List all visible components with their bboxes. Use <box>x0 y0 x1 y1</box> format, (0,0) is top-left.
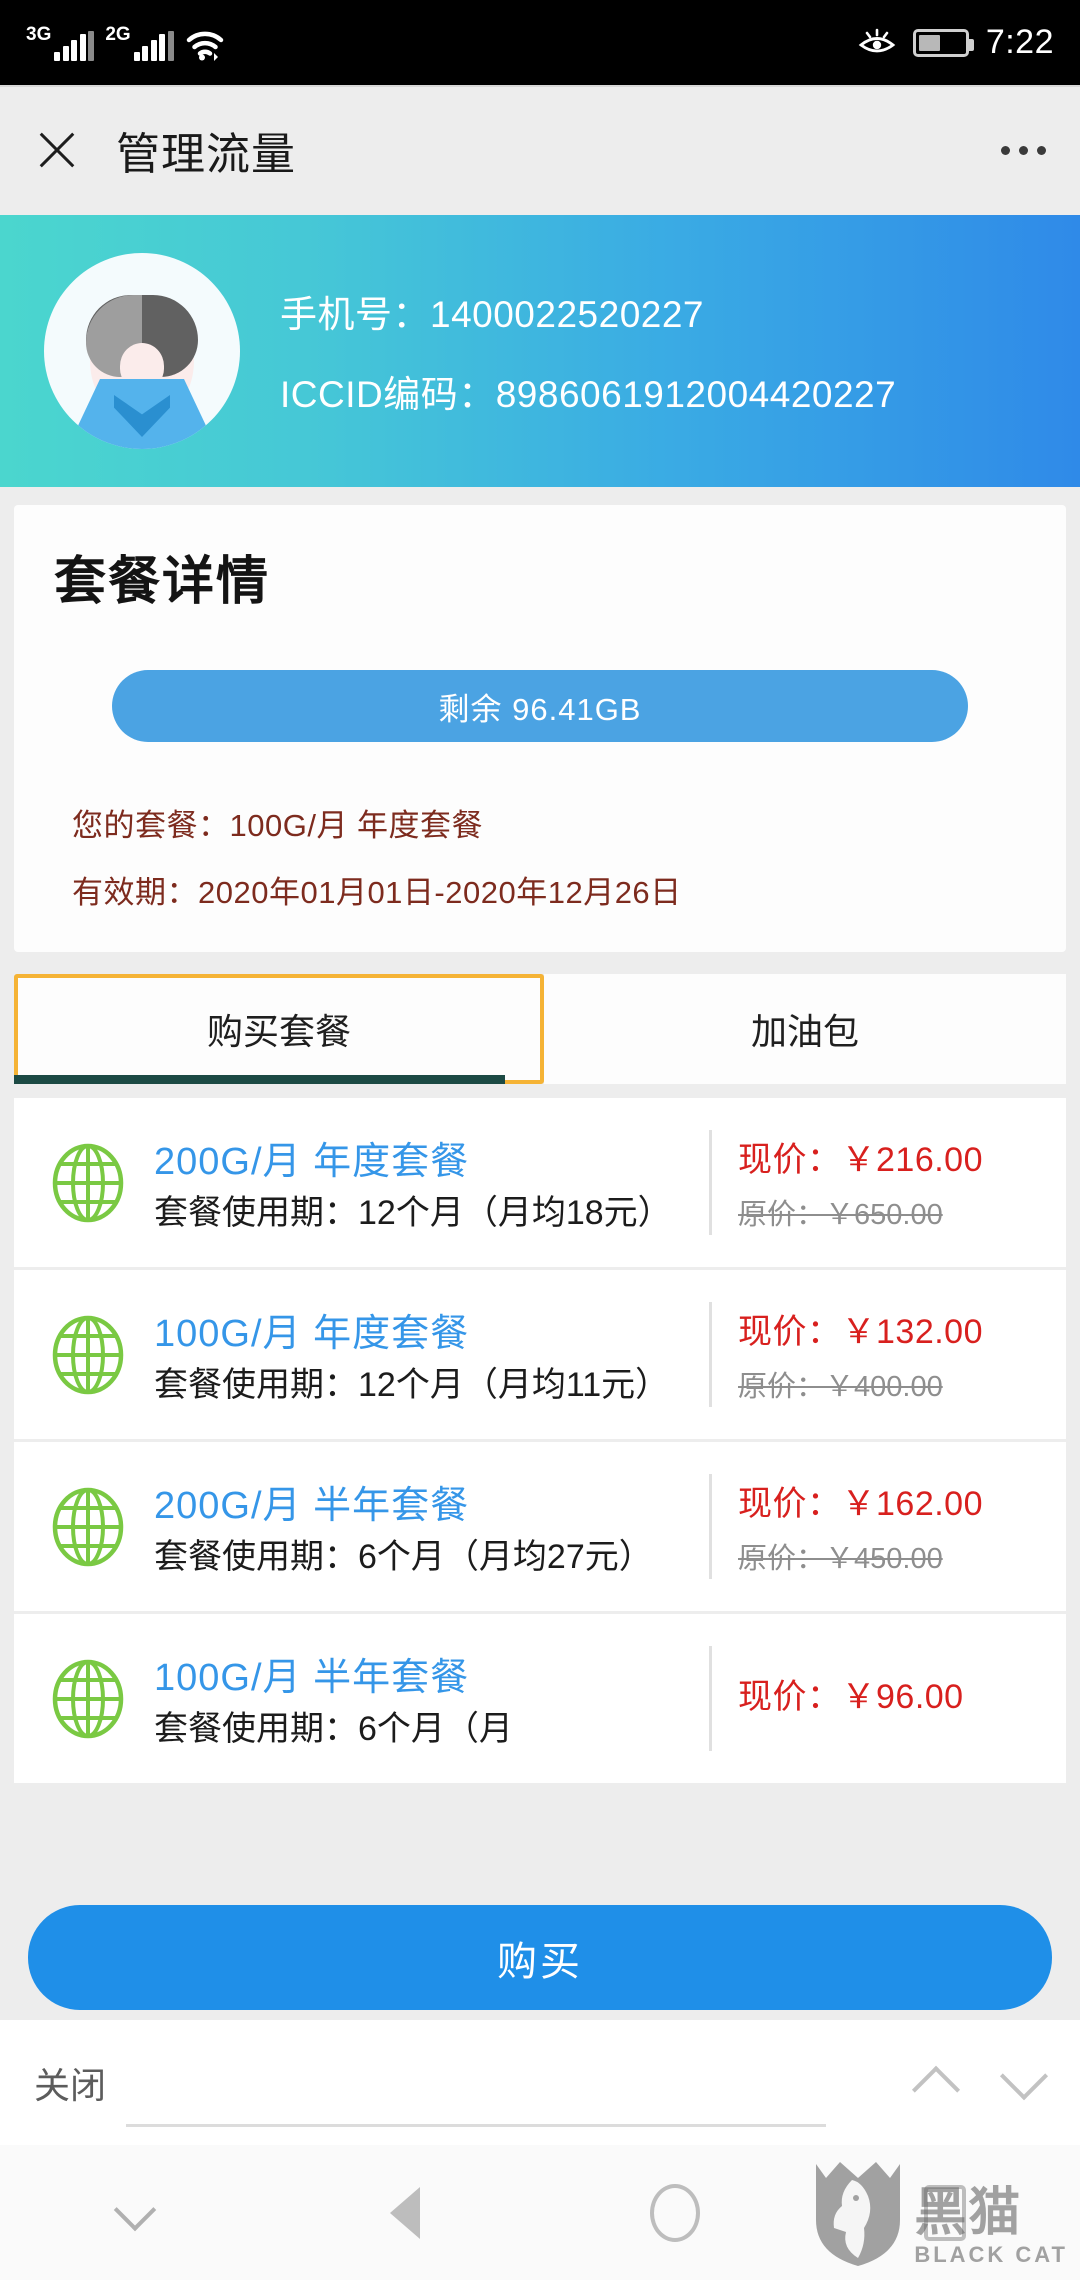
globe-icon <box>40 1307 136 1403</box>
remaining-data-wrap: 剩余 96.41GB <box>54 670 1026 742</box>
list-item[interactable]: 100G/月 半年套餐 套餐使用期：6个月（月 现价：￥96.00 <box>14 1614 1066 1786</box>
keyboard-divider <box>126 2124 827 2127</box>
package-current-price: 现价：￥162.00 <box>738 1485 983 1523</box>
package-original-price: 原价：￥650.00 <box>738 1199 943 1231</box>
tab-buy-package[interactable]: 购买套餐 <box>14 974 544 1084</box>
list-item[interactable]: 200G/月 年度套餐 套餐使用期：12个月（月均18元） 现价：￥216.00… <box>14 1098 1066 1270</box>
back-triangle-icon <box>390 2186 420 2239</box>
plan-details-card: 套餐详情 剩余 96.41GB 您的套餐：100G/月 年度套餐 有效期：202… <box>14 505 1066 952</box>
more-options-icon[interactable] <box>1001 145 1046 155</box>
phone-number-row: 手机号：1400022520227 <box>280 284 896 338</box>
network-type-1-label: 3G <box>26 23 52 45</box>
buy-button[interactable]: 购买 <box>28 1905 1052 2010</box>
phone-number-label: 手机号： <box>280 294 430 335</box>
eye-care-icon <box>858 28 896 58</box>
watermark-cn-label: 黑猫 <box>914 2183 1023 2242</box>
package-name: 200G/月 年度套餐 <box>154 1140 470 1183</box>
iccid-label: ICCID编码： <box>280 374 496 415</box>
globe-icon <box>40 1135 136 1231</box>
network-type-2-label: 2G <box>105 23 131 45</box>
avatar <box>44 253 240 449</box>
black-cat-shield-logo <box>812 2158 904 2268</box>
globe-icon <box>40 1651 136 1747</box>
home-circle-icon <box>650 2183 700 2242</box>
package-name: 100G/月 半年套餐 <box>154 1656 470 1699</box>
package-current-price: 现价：￥96.00 <box>738 1678 964 1716</box>
package-description: 套餐使用期：12个月（月均18元） <box>154 1193 672 1232</box>
iccid-value: 8986061912004420227 <box>495 374 897 415</box>
signal-bars-1 <box>54 30 95 61</box>
package-pricing: 现价：￥132.00 原价：￥400.00 <box>712 1304 1040 1405</box>
current-plan-text: 您的套餐：100G/月 年度套餐 <box>72 808 484 843</box>
package-pricing: 现价：￥96.00 <box>712 1669 1040 1728</box>
chevron-down-icon[interactable] <box>1002 2061 1046 2105</box>
iccid-row: ICCID编码：8986061912004420227 <box>280 364 896 418</box>
status-bar: 3G 2G 7:22 <box>0 0 1080 85</box>
package-tabs: 购买套餐 加油包 <box>14 974 1066 1084</box>
watermark-en-label: BLACK CAT <box>914 2242 1068 2267</box>
package-pricing: 现价：￥162.00 原价：￥450.00 <box>712 1476 1040 1577</box>
package-description: 套餐使用期：6个月（月 <box>154 1709 513 1748</box>
keyboard-close-button[interactable]: 关闭 <box>34 2057 106 2109</box>
plan-details-title: 套餐详情 <box>54 553 271 611</box>
wifi-icon <box>185 29 225 61</box>
plan-validity-text: 有效期：2020年01月01日-2020年12月26日 <box>72 875 682 910</box>
remaining-data-badge[interactable]: 剩余 96.41GB <box>112 670 968 742</box>
nav-back-button[interactable] <box>270 2186 540 2239</box>
package-list: 200G/月 年度套餐 套餐使用期：12个月（月均18元） 现价：￥216.00… <box>14 1098 1066 1786</box>
list-item[interactable]: 200G/月 半年套餐 套餐使用期：6个月（月均27元） 现价：￥162.00 … <box>14 1442 1066 1614</box>
signal-indicator-2: 2G <box>105 23 174 61</box>
package-info: 200G/月 年度套餐 套餐使用期：12个月（月均18元） <box>154 1129 712 1236</box>
signal-indicator-1: 3G <box>26 23 95 61</box>
phone-number-value: 1400022520227 <box>430 294 705 335</box>
chevron-down-icon <box>112 2190 158 2236</box>
close-icon[interactable] <box>34 127 80 173</box>
globe-icon <box>40 1479 136 1575</box>
package-current-price: 现价：￥216.00 <box>738 1141 983 1179</box>
plan-meta: 您的套餐：100G/月 年度套餐 有效期：2020年01月01日-2020年12… <box>54 800 1026 912</box>
nav-home-button[interactable] <box>540 2183 810 2242</box>
package-current-price: 现价：￥132.00 <box>738 1313 983 1351</box>
buy-button-bar: 购买 <box>0 1895 1080 2020</box>
status-bar-right: 7:22 <box>858 23 1054 62</box>
status-bar-clock: 7:22 <box>985 23 1054 61</box>
package-original-price: 原价：￥450.00 <box>738 1543 943 1575</box>
package-info: 200G/月 半年套餐 套餐使用期：6个月（月均27元） <box>154 1473 712 1580</box>
package-name: 200G/月 半年套餐 <box>154 1484 470 1527</box>
page-title: 管理流量 <box>116 130 296 179</box>
package-info: 100G/月 年度套餐 套餐使用期：12个月（月均11元） <box>154 1301 712 1408</box>
keyboard-accessory-bar: 关闭 <box>0 2020 1080 2145</box>
signal-bars-2 <box>133 30 174 61</box>
package-info: 100G/月 半年套餐 套餐使用期：6个月（月 <box>154 1645 712 1752</box>
battery-icon <box>912 28 974 57</box>
watermark-text: 黑猫 BLACK CAT <box>914 2183 1068 2268</box>
app-header: 管理流量 <box>0 85 1080 215</box>
package-name: 100G/月 年度套餐 <box>154 1312 470 1355</box>
package-pricing: 现价：￥216.00 原价：￥650.00 <box>712 1132 1040 1233</box>
tab-addon-package[interactable]: 加油包 <box>544 974 1066 1084</box>
keyboard-nav-arrows <box>914 2061 1046 2105</box>
profile-info: 手机号：1400022520227 ICCID编码：89860619120044… <box>280 284 896 418</box>
list-item[interactable]: 100G/月 年度套餐 套餐使用期：12个月（月均11元） 现价：￥132.00… <box>14 1270 1066 1442</box>
profile-banner: 手机号：1400022520227 ICCID编码：89860619120044… <box>0 215 1080 487</box>
package-description: 套餐使用期：6个月（月均27元） <box>154 1537 653 1576</box>
package-original-price: 原价：￥400.00 <box>738 1371 943 1403</box>
hide-keyboard-button[interactable] <box>0 2190 270 2236</box>
package-description: 套餐使用期：12个月（月均11元） <box>154 1365 670 1404</box>
chevron-up-icon[interactable] <box>914 2061 958 2105</box>
watermark: 黑猫 BLACK CAT <box>812 2158 1068 2268</box>
status-bar-left: 3G 2G <box>26 25 225 61</box>
